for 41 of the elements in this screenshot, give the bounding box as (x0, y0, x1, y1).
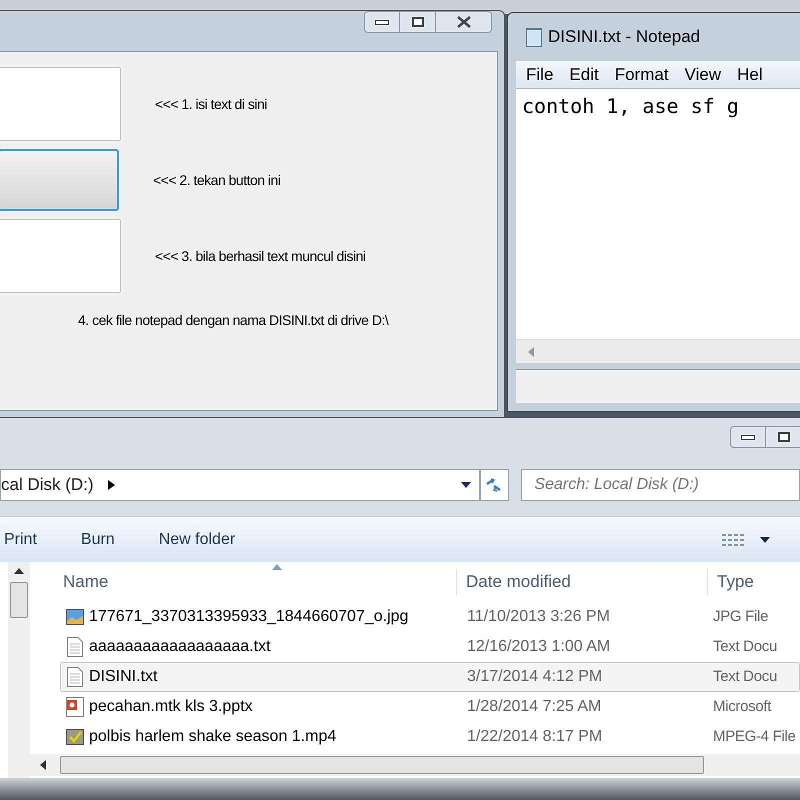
instruction-label: <<< 1. isi text di sini (155, 94, 267, 114)
file-row[interactable]: polbis harlem shake season 1.mp4 1/22/2014 8:17 PM MPEG-4 File (60, 722, 800, 752)
menu-item[interactable]: File (526, 62, 554, 88)
file-row[interactable]: 177671_3370313395933_1844660707_o.jpg 11/10/2013 3:26 PM JPG File (60, 602, 800, 632)
file-name: 177671_3370313395933_1844660707_o.jpg (89, 607, 410, 627)
file-type: Microsoft (712, 696, 772, 717)
file-type: MPEG-4 File (712, 726, 796, 747)
instruction-label: 4. cek file notepad dengan nama DISINI.txt di drive D:\ (78, 311, 390, 330)
toolbar-button[interactable]: New folder (158, 528, 236, 552)
column-header[interactable]: Date modified (456, 569, 707, 595)
file-date: 12/16/2013 1:00 AM (466, 637, 612, 657)
file-type: JPG File (712, 606, 768, 627)
file-type: Text Docu (712, 636, 777, 657)
file-date: 1/28/2014 7:25 AM (466, 697, 602, 717)
file-date: 3/17/2014 4:12 PM (466, 667, 604, 687)
menu-item[interactable]: View (684, 62, 722, 88)
editor-text: contoh 1, ase sf g (522, 94, 739, 118)
instruction-label: <<< 2. tekan button ini (153, 170, 280, 190)
address-bar[interactable]: cal Disk (D:) (0, 469, 480, 501)
toolbar-button[interactable]: Print (4, 528, 37, 552)
menu-item[interactable]: Edit (569, 62, 599, 88)
column-header[interactable]: Name (60, 569, 456, 595)
file-row[interactable]: aaaaaaaaaaaaaaaaaa.txt 12/16/2013 1:00 AM Text Docu (60, 632, 800, 662)
menu-item[interactable]: Hel (737, 62, 763, 88)
file-date: 11/10/2013 3:26 PM (466, 607, 611, 627)
file-name: DISINI.txt (89, 667, 158, 687)
file-name: aaaaaaaaaaaaaaaaaa.txt (89, 637, 272, 657)
file-name: pecahan.mtk kls 3.pptx (89, 697, 254, 717)
file-row[interactable]: DISINI.txt 3/17/2014 4:12 PM Text Docu (60, 662, 800, 692)
file-row[interactable]: pecahan.mtk kls 3.pptx 1/28/2014 7:25 AM Microsoft (60, 692, 800, 722)
menu-item[interactable]: Format (614, 62, 669, 88)
text-editor[interactable]: contoh 1, ase sf g (516, 89, 800, 339)
file-name: polbis harlem shake season 1.mp4 (89, 727, 338, 747)
search-field[interactable]: Search: Local Disk (D:) (521, 469, 800, 501)
toolbar-button[interactable]: Burn (80, 528, 115, 552)
file-type: Text Docu (712, 666, 777, 687)
address-text: cal Disk (D:) (1, 474, 94, 496)
window-title: DISINI.txt - Notepad (548, 26, 700, 48)
file-date: 1/22/2014 8:17 PM (466, 727, 604, 747)
column-header[interactable]: Type (707, 569, 754, 595)
instruction-label: <<< 3. bila berhasil text muncul disini (155, 246, 366, 266)
